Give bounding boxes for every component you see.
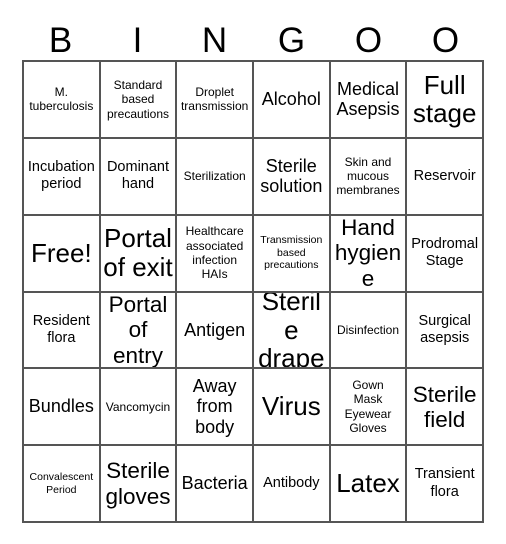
bingo-cell-r6c4[interactable]: Antibody xyxy=(253,446,331,523)
bingo-cell-label: Sterile solution xyxy=(260,155,323,197)
bingo-cell-label: Portal of entry xyxy=(108,292,168,368)
bingo-cell-label: Transient flora xyxy=(414,466,475,500)
bingo-cell-r2c5[interactable]: Skin and mucous membranes xyxy=(330,138,408,216)
bingo-cell-label: Sterile gloves xyxy=(105,458,171,509)
bingo-cell-r1c6[interactable]: Full stage xyxy=(407,62,484,139)
bingo-cell-label: Virus xyxy=(261,391,321,422)
bingo-cell-r2c6[interactable]: Reservoir xyxy=(407,138,484,216)
bingo-cell-r3c4[interactable]: Transmission based precautions xyxy=(253,215,331,293)
bingo-cell-label: Skin and mucous membranes xyxy=(336,154,400,198)
bingo-card: B I N G O O M. tuberculosis Standard base… xyxy=(0,0,506,544)
bingo-cell-r2c2[interactable]: Dominant hand xyxy=(100,138,178,216)
bingo-cell-r3c3[interactable]: Healthcare associated infection HAIs xyxy=(177,215,254,293)
bingo-cell-label: Reservoir xyxy=(413,167,476,184)
bingo-cell-label: Convalescent Period xyxy=(29,470,94,496)
bingo-cell-r1c3[interactable]: Droplet transmission xyxy=(177,62,254,139)
bingo-cell-label: Antibody xyxy=(263,475,320,492)
bingo-cell-label: Hand hygiene xyxy=(334,215,402,291)
bingo-cell-r1c2[interactable]: Standard based precautions xyxy=(100,62,178,139)
header-letter-3: N xyxy=(201,21,228,60)
bingo-cell-label: Healthcare associated infection HAIs xyxy=(185,224,244,282)
bingo-cell-r2c4[interactable]: Sterile solution xyxy=(253,138,331,216)
bingo-cell-r4c1[interactable]: Resident flora xyxy=(24,292,101,370)
bingo-cell-label: Standard based precautions xyxy=(106,77,170,121)
bingo-cell-label: Transmission based precautions xyxy=(260,233,323,272)
header-letter-6: O xyxy=(431,21,460,60)
bingo-header-row: B I N G O O xyxy=(22,14,484,60)
bingo-cell-r3c2[interactable]: Portal of exit xyxy=(100,215,178,293)
bingo-cell-label: Full stage xyxy=(412,69,477,129)
bingo-cell-label: Gown Mask Eyewear Gloves xyxy=(344,377,392,436)
header-letter-4: G xyxy=(277,21,306,60)
bingo-cell-r6c6[interactable]: Transient flora xyxy=(407,446,484,523)
bingo-cell-r1c5[interactable]: Medical Asepsis xyxy=(330,62,408,139)
bingo-cell-label: Dominant hand xyxy=(106,159,170,193)
bingo-cell-r2c1[interactable]: Incubation period xyxy=(24,138,101,216)
bingo-cell-label: Free! xyxy=(30,237,92,268)
bingo-cell-label: Resident flora xyxy=(32,312,90,346)
header-letter-5: O xyxy=(354,21,383,60)
bingo-cell-r6c2[interactable]: Sterile gloves xyxy=(100,446,178,523)
bingo-cell-label: Medical Asepsis xyxy=(336,78,400,120)
bingo-cell-r6c5[interactable]: Latex xyxy=(330,446,408,523)
bingo-cell-r4c4[interactable]: Sterile drape xyxy=(253,292,331,370)
bingo-cell-r5c4[interactable]: Virus xyxy=(253,369,331,447)
bingo-cell-r3c6[interactable]: Prodromal Stage xyxy=(407,215,484,293)
bingo-cell-r6c1[interactable]: Convalescent Period xyxy=(24,446,101,523)
header-letter-1: B xyxy=(48,21,73,60)
bingo-cell-r4c6[interactable]: Surgical asepsis xyxy=(407,292,484,370)
bingo-cell-label: M. tuberculosis xyxy=(29,85,94,114)
bingo-cell-label: Vancomycin xyxy=(105,399,171,414)
bingo-cell-label: Surgical asepsis xyxy=(418,312,471,346)
bingo-cell-label: Prodromal Stage xyxy=(411,235,479,270)
bingo-cell-label: Sterile field xyxy=(412,381,477,432)
bingo-cell-r3c1[interactable]: Free! xyxy=(24,215,101,293)
bingo-cell-label: Alcohol xyxy=(261,89,321,110)
bingo-cell-r5c3[interactable]: Away from body xyxy=(177,369,254,447)
bingo-cell-r4c3[interactable]: Antigen xyxy=(177,292,254,370)
bingo-cell-label: Portal of exit xyxy=(103,223,173,283)
bingo-cell-label: Droplet transmission xyxy=(180,85,249,114)
bingo-cell-r5c6[interactable]: Sterile field xyxy=(407,369,484,447)
bingo-grid: M. tuberculosis Standard based precaution… xyxy=(22,60,484,523)
bingo-cell-label: Sterile drape xyxy=(258,292,325,370)
bingo-cell-r5c2[interactable]: Vancomycin xyxy=(100,369,178,447)
bingo-cell-label: Latex xyxy=(336,468,400,499)
bingo-cell-r1c4[interactable]: Alcohol xyxy=(253,62,331,139)
bingo-cell-r4c5[interactable]: Disinfection xyxy=(330,292,408,370)
bingo-cell-label: Away from body xyxy=(192,375,237,438)
bingo-cell-r6c3[interactable]: Bacteria xyxy=(177,446,254,523)
bingo-cell-label: Bacteria xyxy=(181,473,248,494)
bingo-cell-r3c5[interactable]: Hand hygiene xyxy=(330,215,408,293)
bingo-cell-label: Bundles xyxy=(28,396,94,417)
bingo-cell-r1c1[interactable]: M. tuberculosis xyxy=(24,62,101,139)
bingo-cell-label: Disinfection xyxy=(336,322,399,337)
bingo-cell-label: Incubation period xyxy=(27,159,95,193)
bingo-cell-r5c5[interactable]: Gown Mask Eyewear Gloves xyxy=(330,369,408,447)
bingo-cell-label: Antigen xyxy=(184,319,246,340)
bingo-cell-r2c3[interactable]: Sterilization xyxy=(177,138,254,216)
bingo-cell-r4c2[interactable]: Portal of entry xyxy=(100,292,178,370)
bingo-cell-r5c1[interactable]: Bundles xyxy=(24,369,101,447)
bingo-cell-label: Sterilization xyxy=(183,169,246,184)
header-letter-2: I xyxy=(132,21,143,60)
